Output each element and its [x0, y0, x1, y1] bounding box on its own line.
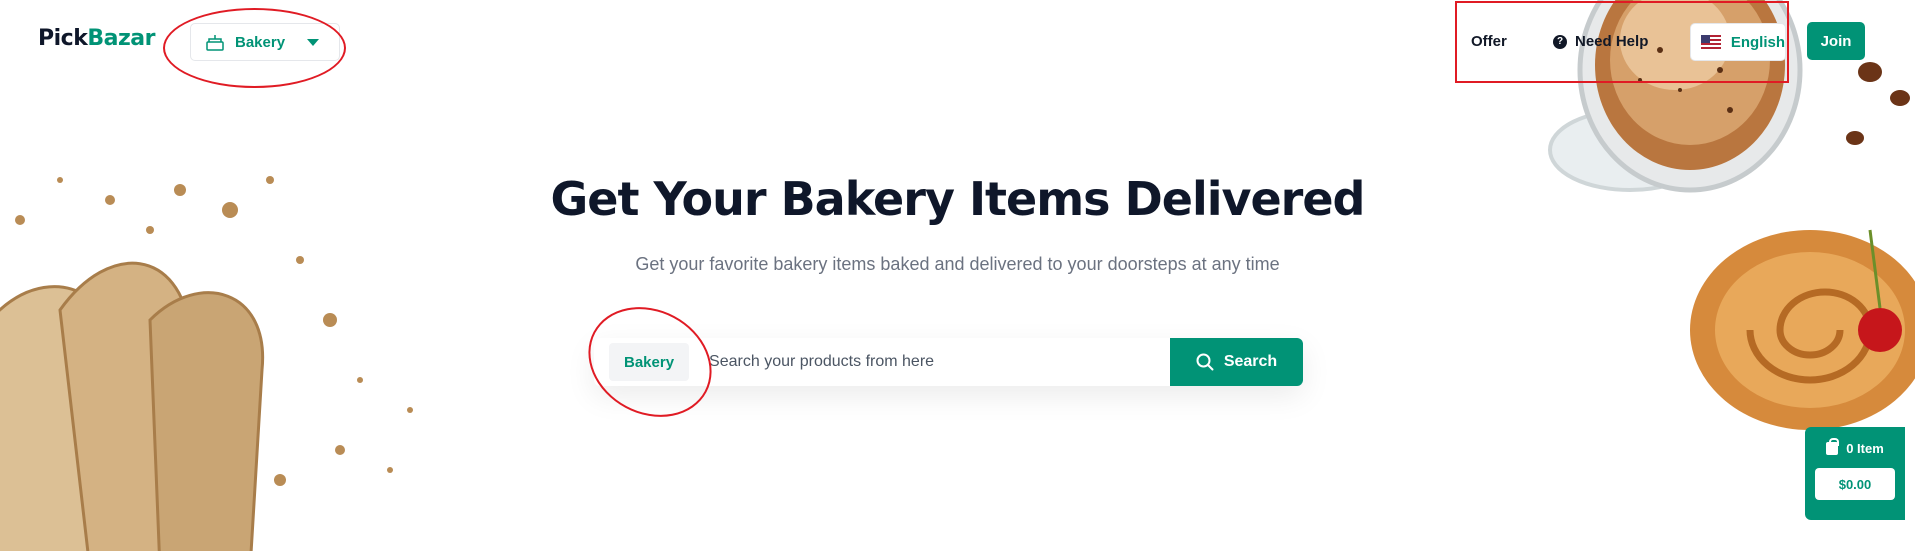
question-icon: ?: [1553, 34, 1567, 49]
language-label: English: [1730, 33, 1785, 51]
search-icon: [1196, 353, 1214, 371]
cart-total: $0.00: [1815, 468, 1895, 500]
cart-item-count: 0 Item: [1846, 441, 1884, 456]
need-help-label: Need Help: [1575, 33, 1649, 50]
logo-prefix: Pick: [38, 26, 88, 51]
shop-type-select[interactable]: Bakery: [190, 23, 340, 61]
search-button-label: Search: [1223, 353, 1278, 370]
logo[interactable]: PickBazar: [38, 26, 155, 51]
hero-subtitle: Get your favorite bakery items baked and…: [635, 254, 1280, 274]
shop-type-label: Bakery: [235, 33, 286, 51]
hero-title: Get Your Bakery Items Delivered: [550, 172, 1366, 226]
shopping-bag-icon: [1826, 438, 1840, 455]
nav-offer-link[interactable]: Offer: [1471, 33, 1507, 50]
search-category-button[interactable]: Bakery: [609, 343, 690, 381]
cake-icon: [206, 35, 224, 51]
logo-suffix: Bazar: [87, 26, 155, 51]
language-selector[interactable]: English: [1690, 23, 1786, 61]
cart-widget[interactable]: 0 Item $0.00: [1805, 427, 1905, 520]
chevron-down-icon: [307, 39, 319, 46]
us-flag-icon: [1701, 35, 1721, 49]
join-button[interactable]: Join: [1807, 22, 1865, 60]
nav-need-help-link[interactable]: ? Need Help: [1553, 33, 1648, 50]
search-bar: Bakery Search: [594, 338, 1303, 386]
search-input[interactable]: [689, 338, 1170, 386]
pastry-image: [1690, 229, 1915, 430]
search-button[interactable]: Search: [1170, 338, 1303, 386]
page: PickBazar Bakery Offer ? Need Help Engli…: [0, 0, 1915, 551]
